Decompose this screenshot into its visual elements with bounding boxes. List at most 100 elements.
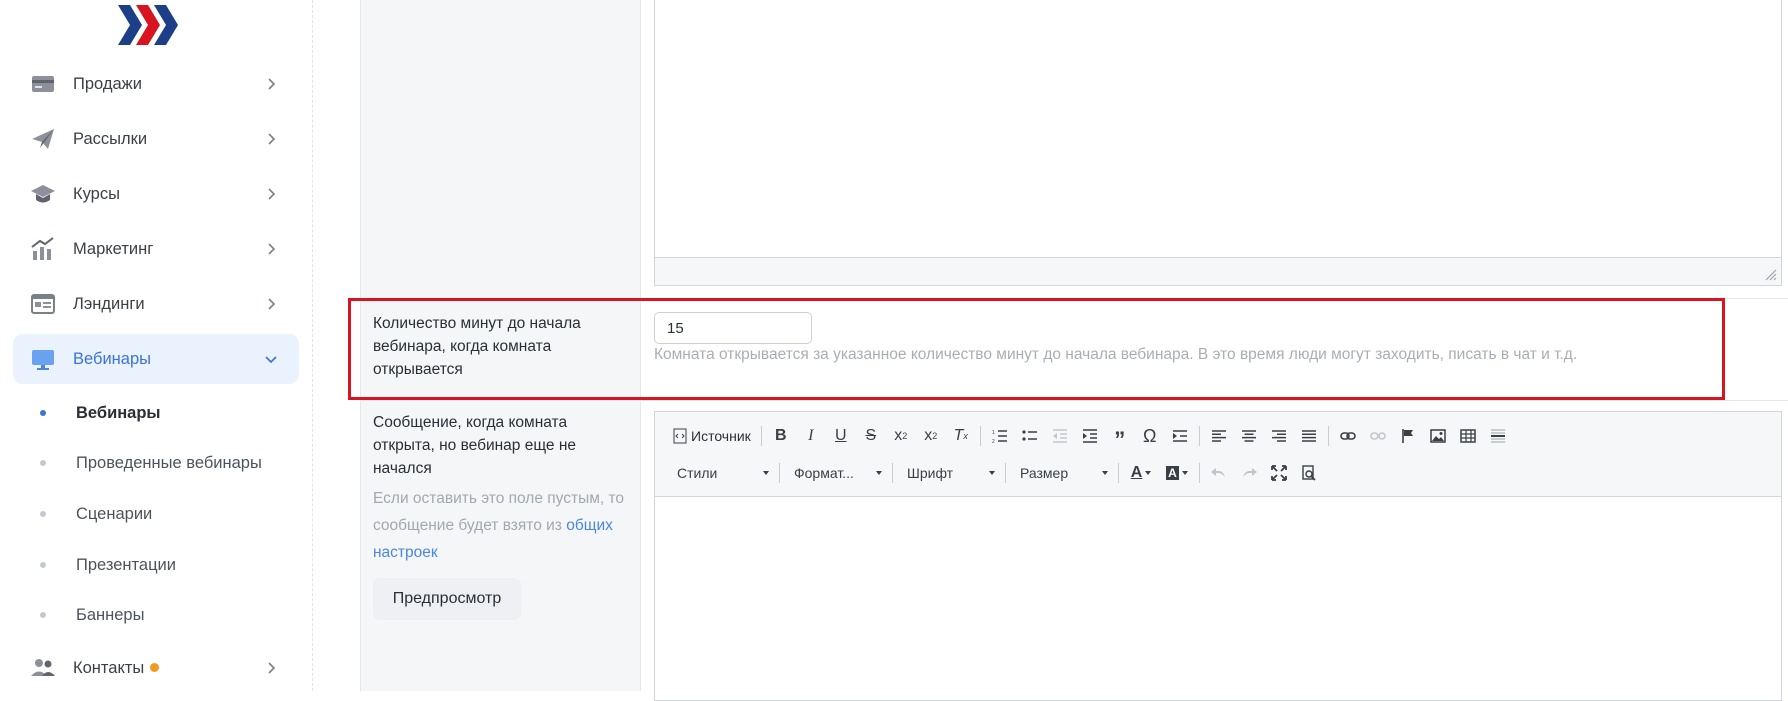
blockquote-icon[interactable]: ” [1105, 423, 1135, 452]
card-icon [32, 76, 54, 92]
bullet [40, 460, 46, 466]
chevron-right-icon [268, 298, 276, 310]
horizontal-line-icon[interactable] [1483, 423, 1513, 449]
message-hint: Если оставить это поле пустым, то сообще… [373, 490, 625, 561]
chevron-right-icon [268, 78, 276, 90]
chevron-down-icon [265, 356, 277, 364]
editor-toolbar: Источник B I U S x2 x2 Tx 12 ” Ω Стили Ф… [655, 412, 1781, 497]
format-dropdown[interactable]: Формат... [784, 461, 888, 485]
text-color-icon[interactable]: A [1123, 460, 1159, 486]
monitor-icon [32, 350, 54, 370]
strikethrough-icon[interactable]: S [856, 423, 886, 449]
redo-icon[interactable] [1234, 460, 1264, 486]
align-justify-icon[interactable] [1294, 423, 1324, 449]
source-button[interactable]: Источник [667, 423, 757, 449]
insert-block-icon[interactable] [1165, 423, 1195, 449]
source-icon [673, 428, 687, 444]
sidebar: Продажи Рассылки Курсы Маркетинг Лэндинг… [0, 0, 313, 691]
chevron-right-icon [268, 188, 276, 200]
sidebar-item-courses[interactable]: Курсы [13, 169, 299, 219]
background-color-icon[interactable]: A [1159, 460, 1195, 486]
remove-format-icon[interactable]: Tx [946, 423, 976, 449]
sidebar-item-label: Лэндинги [73, 294, 145, 313]
subnav-item-label: Презентации [76, 555, 176, 574]
graduation-cap-icon [31, 185, 55, 203]
maximize-icon[interactable] [1264, 460, 1294, 486]
resize-handle-icon[interactable] [1765, 269, 1777, 281]
paper-plane-icon [32, 129, 54, 149]
format-label: Формат... [794, 465, 854, 481]
numbered-list-icon[interactable]: 12 [985, 423, 1015, 449]
styles-label: Стили [677, 465, 718, 481]
divider [360, 400, 1788, 401]
users-icon [31, 659, 55, 676]
sidebar-item-mailings[interactable]: Рассылки [13, 114, 299, 164]
svg-text:1: 1 [992, 430, 995, 436]
sidebar-item-label: Контакты [73, 659, 160, 678]
bullet [40, 612, 46, 618]
sidebar-item-label: Курсы [73, 184, 120, 203]
bullet [40, 562, 46, 568]
divider [360, 298, 1788, 299]
align-left-icon[interactable] [1204, 423, 1234, 449]
align-right-icon[interactable] [1264, 423, 1294, 449]
landing-page-icon [31, 294, 55, 314]
subnav-item-label: Проведенные вебинары [76, 453, 262, 472]
subnav-item-label: Сценарии [76, 504, 153, 523]
subnav-item-scenarios[interactable]: Сценарии [40, 499, 152, 529]
preview-button[interactable]: Предпросмотр [373, 578, 521, 620]
svg-text:2: 2 [992, 439, 995, 443]
subscript-icon[interactable]: x2 [886, 423, 916, 449]
minutes-input[interactable] [654, 312, 812, 344]
sidebar-item-label: Маркетинг [73, 239, 154, 258]
bullet [40, 511, 46, 517]
undo-icon[interactable] [1204, 460, 1234, 486]
subnav-item-webinars[interactable]: Вебинары [40, 398, 161, 428]
rich-text-editor-top[interactable] [654, 0, 1782, 286]
sidebar-item-sales[interactable]: Продажи [13, 59, 299, 109]
sidebar-item-contacts[interactable]: Контакты [13, 643, 299, 693]
source-label: Источник [691, 428, 751, 444]
editor-status-bar [655, 257, 1781, 285]
subnav-item-label: Вебинары [76, 403, 161, 422]
table-icon[interactable] [1453, 423, 1483, 449]
notification-dot [150, 662, 160, 672]
image-icon[interactable] [1423, 423, 1453, 449]
anchor-flag-icon[interactable] [1393, 423, 1423, 449]
indent-icon[interactable] [1075, 423, 1105, 449]
unlink-icon[interactable] [1363, 423, 1393, 449]
subnav-item-presentations[interactable]: Презентации [40, 550, 176, 580]
subnav-item-label: Баннеры [76, 605, 145, 624]
chevron-right-icon [268, 662, 276, 674]
align-center-icon[interactable] [1234, 423, 1264, 449]
bullet [40, 410, 46, 416]
size-dropdown[interactable]: Размер [1010, 461, 1114, 485]
font-label: Шрифт [907, 465, 954, 481]
font-dropdown[interactable]: Шрифт [897, 461, 1001, 485]
sidebar-item-label: Рассылки [73, 129, 148, 148]
sidebar-item-webinars[interactable]: Вебинары [13, 334, 299, 384]
minutes-label: Количество минут до начала вебинара, ког… [373, 315, 581, 378]
sidebar-item-marketing[interactable]: Маркетинг [13, 224, 299, 274]
subnav-item-past-webinars[interactable]: Проведенные вебинары [40, 448, 262, 478]
sidebar-item-landings[interactable]: Лэндинги [13, 279, 299, 329]
sidebar-item-label: Продажи [73, 74, 142, 93]
underline-icon[interactable]: U [826, 423, 856, 449]
bold-icon[interactable]: B [766, 423, 796, 449]
bullet-list-icon[interactable] [1015, 423, 1045, 449]
italic-icon[interactable]: I [796, 423, 826, 449]
special-char-icon[interactable]: Ω [1135, 423, 1165, 449]
preview-icon[interactable] [1294, 460, 1324, 486]
sidebar-item-label: Вебинары [73, 349, 151, 368]
bar-chart-icon [31, 237, 54, 260]
logo[interactable] [116, 3, 186, 47]
outdent-icon[interactable] [1045, 423, 1075, 449]
size-label: Размер [1020, 465, 1069, 481]
subnav-item-banners[interactable]: Баннеры [40, 600, 144, 630]
styles-dropdown[interactable]: Стили [667, 461, 775, 485]
link-icon[interactable] [1333, 423, 1363, 449]
minutes-help-text: Комната открывается за указанное количес… [654, 346, 1578, 363]
superscript-icon[interactable]: x2 [916, 423, 946, 449]
chevron-right-icon [268, 133, 276, 145]
rich-text-editor[interactable]: Источник B I U S x2 x2 Tx 12 ” Ω Стили Ф… [654, 411, 1782, 701]
